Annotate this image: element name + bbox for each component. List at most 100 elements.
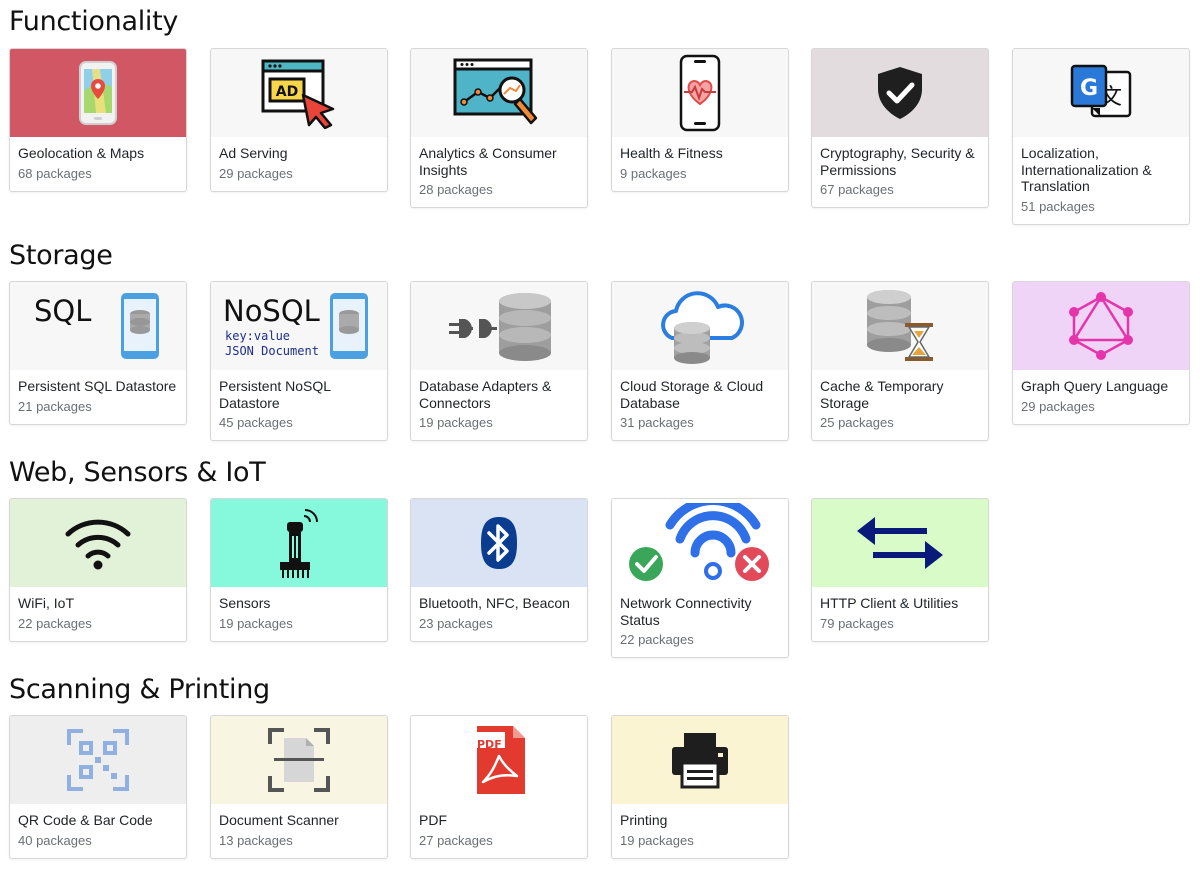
card-thumbnail [10,716,186,804]
card-thumbnail [612,282,788,370]
card-thumbnail [612,49,788,137]
category-card-sql[interactable]: SQL Persistent SQL Datastore 21 packages [9,281,187,425]
package-count: 45 packages [219,415,293,430]
package-count: 67 packages [820,182,894,197]
ad-click-icon: AD [261,59,335,129]
card-title: Network Connectivity Status [620,595,752,628]
category-card-network-status[interactable]: Network Connectivity Status 22 packages [611,498,789,658]
wifi-icon [65,519,131,570]
card-title: Database Adapters & Connectors [419,378,552,411]
package-count: 19 packages [219,615,293,631]
card-title: Analytics & Consumer Insights [419,145,557,178]
card-title: Bluetooth, NFC, Beacon [419,595,570,611]
category-card-sensors[interactable]: Sensors 19 packages [210,498,388,642]
card-title: Cloud Storage & Cloud Database [620,378,764,411]
card-thumbnail: AD [211,49,387,137]
card-title: Sensors [219,595,271,611]
card-thumbnail [612,499,788,587]
card-title: Geolocation & Maps [18,145,145,161]
card-title: HTTP Client & Utilities [820,595,959,611]
analytics-magnifier-icon [453,58,538,125]
nosql-label: NoSQL [223,294,320,328]
card-thumbnail [411,499,587,587]
card-title: Health & Fitness [620,145,723,161]
card-title: Printing [620,812,668,828]
bluetooth-icon [481,517,517,569]
category-card-analytics[interactable]: Analytics & Consumer Insights 28 package… [410,48,588,208]
card-title: Document Scanner [219,812,339,828]
category-card-printing[interactable]: Printing 19 packages [611,715,789,859]
card-thumbnail [612,716,788,804]
package-count: 31 packages [620,415,694,430]
database-plug-icon [449,293,551,361]
map-pin-phone-icon [79,61,117,125]
heart-phone-icon [679,54,721,132]
category-card-document-scanner[interactable]: Document Scanner 13 packages [210,715,388,859]
category-card-http[interactable]: HTTP Client & Utilities 79 packages [811,498,989,642]
package-count: 40 packages [18,832,92,848]
category-card-ad-serving[interactable]: AD Ad Serving 29 packages [210,48,388,192]
card-title: Ad Serving [219,145,288,161]
section-title: Storage [9,240,113,271]
card-thumbnail [411,282,587,370]
card-thumbnail [812,282,988,370]
package-count: 29 packages [1021,398,1095,414]
printer-icon [672,733,728,789]
package-count: 27 packages [419,832,493,848]
sensor-icon [280,509,318,578]
package-count: 19 packages [419,415,493,430]
package-count: 9 packages [620,165,687,181]
package-count: 28 packages [419,182,493,197]
package-count: 23 packages [419,615,493,631]
network-status-icon [629,503,769,581]
category-card-cloud-storage[interactable]: Cloud Storage & Cloud Database 31 packag… [611,281,789,441]
card-title: QR Code & Bar Code [18,812,153,828]
category-card-geolocation[interactable]: Geolocation & Maps 68 packages [9,48,187,192]
section-title: Scanning & Printing [9,674,270,705]
nosql-sublabel-2: JSON Document [225,344,319,358]
card-thumbnail [411,49,587,137]
package-count: 68 packages [18,165,92,181]
category-card-cache[interactable]: Cache & Temporary Storage 25 packages [811,281,989,441]
card-title: PDF [419,812,447,828]
arrows-exchange-icon [857,517,943,569]
card-thumbnail [10,499,186,587]
category-card-pdf[interactable]: PDF PDF 27 packages [410,715,588,859]
nosql-sublabel-1: key:value [225,329,291,343]
card-thumbnail [812,499,988,587]
card-title: Graph Query Language [1021,378,1169,394]
shield-check-icon [878,67,922,119]
package-count: 25 packages [820,415,894,430]
category-card-graphql[interactable]: Graph Query Language 29 packages [1012,281,1190,425]
svg-text:AD: AD [276,84,298,100]
category-card-health[interactable]: Health & Fitness 9 packages [611,48,789,192]
qr-code-icon [67,729,129,791]
package-count: 13 packages [219,832,293,848]
package-count: 19 packages [620,832,694,848]
card-thumbnail: SQL [10,282,186,370]
cloud-database-icon [661,291,744,364]
card-title: Localization, Internationalization & Tra… [1021,145,1152,194]
card-thumbnail: PDF [411,716,587,804]
graphql-icon [1069,292,1133,360]
category-card-qr-code[interactable]: QR Code & Bar Code 40 packages [9,715,187,859]
section-title: Web, Sensors & IoT [9,457,266,488]
category-card-localization[interactable]: 文 G Localization, Internationalization &… [1012,48,1190,225]
card-title: Cryptography, Security & Permissions [820,145,975,178]
category-card-wifi[interactable]: WiFi, IoT 22 packages [9,498,187,642]
card-thumbnail [10,49,186,137]
category-card-bluetooth[interactable]: Bluetooth, NFC, Beacon 23 packages [410,498,588,642]
package-count: 22 packages [620,632,694,647]
category-card-db-adapters[interactable]: Database Adapters & Connectors 19 packag… [410,281,588,441]
card-thumbnail [211,716,387,804]
card-thumbnail: 文 G [1013,49,1189,137]
card-title: Persistent NoSQL Datastore [219,378,331,411]
card-title: WiFi, IoT [18,595,74,611]
category-card-cryptography[interactable]: Cryptography, Security & Permissions 67 … [811,48,989,208]
package-count: 21 packages [18,398,92,414]
document-scanner-icon [268,728,330,792]
category-card-nosql[interactable]: NoSQL key:value JSON Document Persistent… [210,281,388,441]
card-thumbnail: NoSQL key:value JSON Document [211,282,387,370]
package-count: 22 packages [18,615,92,631]
translate-icon: 文 G [1070,64,1132,118]
